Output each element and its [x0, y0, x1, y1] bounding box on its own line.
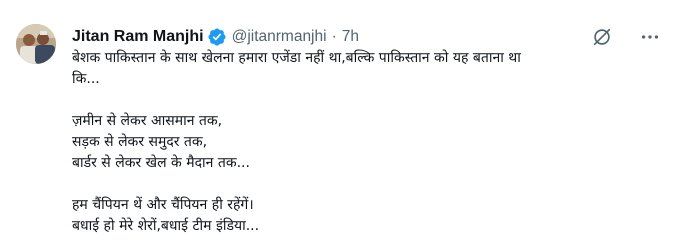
- tweet-header: Jitan Ram Manjhi @jitanrmanjhi · 7h: [72, 27, 359, 47]
- tweet-text: बेशक पाकिस्तान के साथ खेलना हमारा एजेंडा…: [72, 48, 652, 237]
- tweet-line: कि...: [72, 71, 100, 87]
- author-name[interactable]: Jitan Ram Manjhi: [72, 27, 204, 47]
- author-handle[interactable]: @jitanrmanjhi: [232, 27, 327, 47]
- tweet-line: हम चैंपियन थें और चैंपियन ही रहेंगें।: [72, 197, 254, 213]
- separator-dot: ·: [331, 28, 337, 45]
- grok-icon[interactable]: [591, 26, 613, 48]
- tweet-line: बेशक पाकिस्तान के साथ खेलना हमारा एजेंडा…: [72, 50, 521, 66]
- tweet-line: बधाई हो मेरे शेरों,बधाई टीम इंडिया...: [72, 218, 260, 234]
- avatar-image: [16, 24, 56, 64]
- more-options-icon[interactable]: [639, 26, 661, 48]
- tweet-line: सड़क से लेकर समुदर तक,: [72, 134, 208, 150]
- tweet-line: ज़मीन से लेकर आसमान तक,: [72, 113, 223, 129]
- verified-badge-icon[interactable]: [207, 27, 227, 47]
- post-timestamp[interactable]: 7h: [342, 27, 359, 47]
- tweet-actions-top: [591, 26, 661, 48]
- tweet-line: बार्डर से लेकर खेल के मैदान तक...: [72, 155, 250, 171]
- tweet-card[interactable]: Jitan Ram Manjhi @jitanrmanjhi · 7h बेशक…: [0, 0, 673, 250]
- avatar[interactable]: [16, 24, 56, 64]
